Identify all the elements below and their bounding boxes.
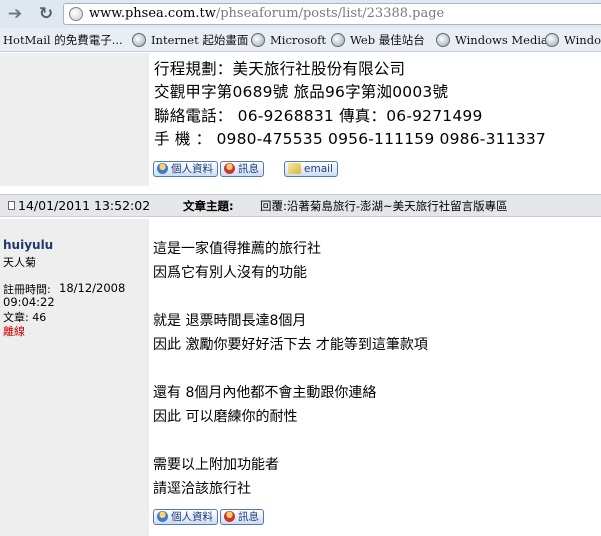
author-rank: 天人菊 [3, 256, 36, 269]
post-line: 請逕洽該旅行社 [153, 481, 251, 497]
prev-post-signature: 行程規劃：美天旅行社股份有限公司 交觀甲字第0689號 旅品96字第洳0003號… [154, 58, 546, 151]
bookmark-label: Web 最佳站台 [350, 33, 425, 47]
post-line: 因此 激勵你要好好活下去 才能等到這筆款項 [153, 337, 428, 353]
post-line: 需要以上附加功能者 [153, 457, 279, 473]
post-line: 因此 可以磨練你的耐性 [153, 409, 298, 425]
post-line [153, 357, 428, 381]
globe-icon [69, 7, 83, 21]
url-text: www.phsea.com.tw/phseaforum/posts/list/2… [89, 6, 444, 21]
prev-post-author-column [0, 53, 149, 186]
button-label: 訊息 [238, 511, 259, 523]
browser-navbar: ➔ ↻ www.phsea.com.tw/phseaforum/posts/li… [0, 0, 601, 28]
pm-button[interactable]: 訊息 [220, 509, 264, 525]
button-label: 個人資料 [171, 511, 213, 523]
address-bar[interactable]: www.phsea.com.tw/phseaforum/posts/list/2… [63, 3, 601, 25]
globe-icon [331, 33, 345, 47]
message-icon [224, 163, 235, 174]
globe-icon [132, 33, 146, 47]
bookmarks-bar: HotMail 的免費電子... Internet 起始畫面 Microsoft… [0, 28, 601, 52]
post-line: 就是 退票時間長達8個月 [153, 313, 307, 329]
signature-line: 手 機 ： 0980-475535 0956-111159 0986-31133… [154, 129, 546, 148]
author-online-status: 離線 [3, 325, 25, 338]
forum-page: 行程規劃：美天旅行社股份有限公司 交觀甲字第0689號 旅品96字第洳0003號… [0, 53, 601, 536]
bookmark-windows-media[interactable]: Windows Media [436, 32, 548, 48]
globe-icon [545, 33, 559, 47]
message-icon [224, 511, 235, 522]
bookmark-label: Windows Media [455, 33, 548, 47]
post-body: 這是一家值得推薦的旅行社 因爲它有別人沒有的功能 就是 退票時間長達8個月 因此… [153, 237, 428, 501]
post-date: 14/01/2011 13:52:02 [18, 198, 151, 213]
signature-line: 聯絡電話： 06-9268831 傳真：06-9271499 [154, 106, 483, 125]
pm-button[interactable]: 訊息 [220, 161, 264, 177]
profile-button[interactable]: 個人資料 [153, 509, 218, 525]
bookmark-label: HotMail 的免費電子... [3, 33, 123, 47]
bookmark-internet-start[interactable]: Internet 起始畫面 [132, 32, 248, 48]
globe-icon [436, 33, 450, 47]
button-label: email [304, 163, 333, 175]
bookmark-hotmail[interactable]: HotMail 的免費電子... [3, 32, 123, 48]
post-line: 還有 8個月內他都不會主動跟你連絡 [153, 385, 377, 401]
subject-label: 文章主題: [183, 199, 234, 213]
url-domain: www.phsea.com.tw [89, 6, 216, 21]
post-icon [8, 201, 15, 210]
registration-time: 09:04:22 [3, 295, 55, 309]
globe-icon [251, 33, 265, 47]
bookmark-label: Microsoft [270, 33, 327, 47]
bookmark-windows[interactable]: Windows [545, 32, 601, 48]
registration-date: 18/12/2008 [59, 281, 126, 295]
author-name[interactable]: huiyulu [3, 238, 53, 252]
signature-line: 交觀甲字第0689號 旅品96字第洳0003號 [154, 83, 449, 102]
url-path: /phseaforum/posts/list/23388.page [215, 6, 445, 21]
bookmark-microsoft[interactable]: Microsoft [251, 32, 326, 48]
bookmark-label: Windows [564, 33, 601, 47]
button-label: 個人資料 [171, 163, 213, 175]
button-label: 訊息 [238, 163, 259, 175]
bookmark-label: Internet 起始畫面 [151, 33, 249, 47]
email-icon [288, 163, 301, 174]
post-line [153, 429, 428, 453]
post-header: 14/01/2011 13:52:02 文章主題: 回覆:沿著菊島旅行-澎湖~美… [0, 194, 601, 217]
post-line [153, 285, 428, 309]
profile-button[interactable]: 個人資料 [153, 161, 218, 177]
post-subject: 回覆:沿著菊島旅行-澎湖~美天旅行社留言版專區 [260, 199, 508, 213]
post-line: 因爲它有別人沒有的功能 [153, 265, 307, 281]
bookmark-web-best-sites[interactable]: Web 最佳站台 [331, 32, 425, 48]
back-arrow-icon[interactable]: ➔ [5, 4, 25, 24]
reload-icon[interactable]: ↻ [36, 4, 56, 24]
post-line: 這是一家值得推薦的旅行社 [153, 241, 321, 257]
profile-icon [157, 511, 168, 522]
email-button[interactable]: email [284, 161, 338, 177]
profile-icon [157, 163, 168, 174]
signature-line: 行程規劃：美天旅行社股份有限公司 [154, 60, 406, 78]
